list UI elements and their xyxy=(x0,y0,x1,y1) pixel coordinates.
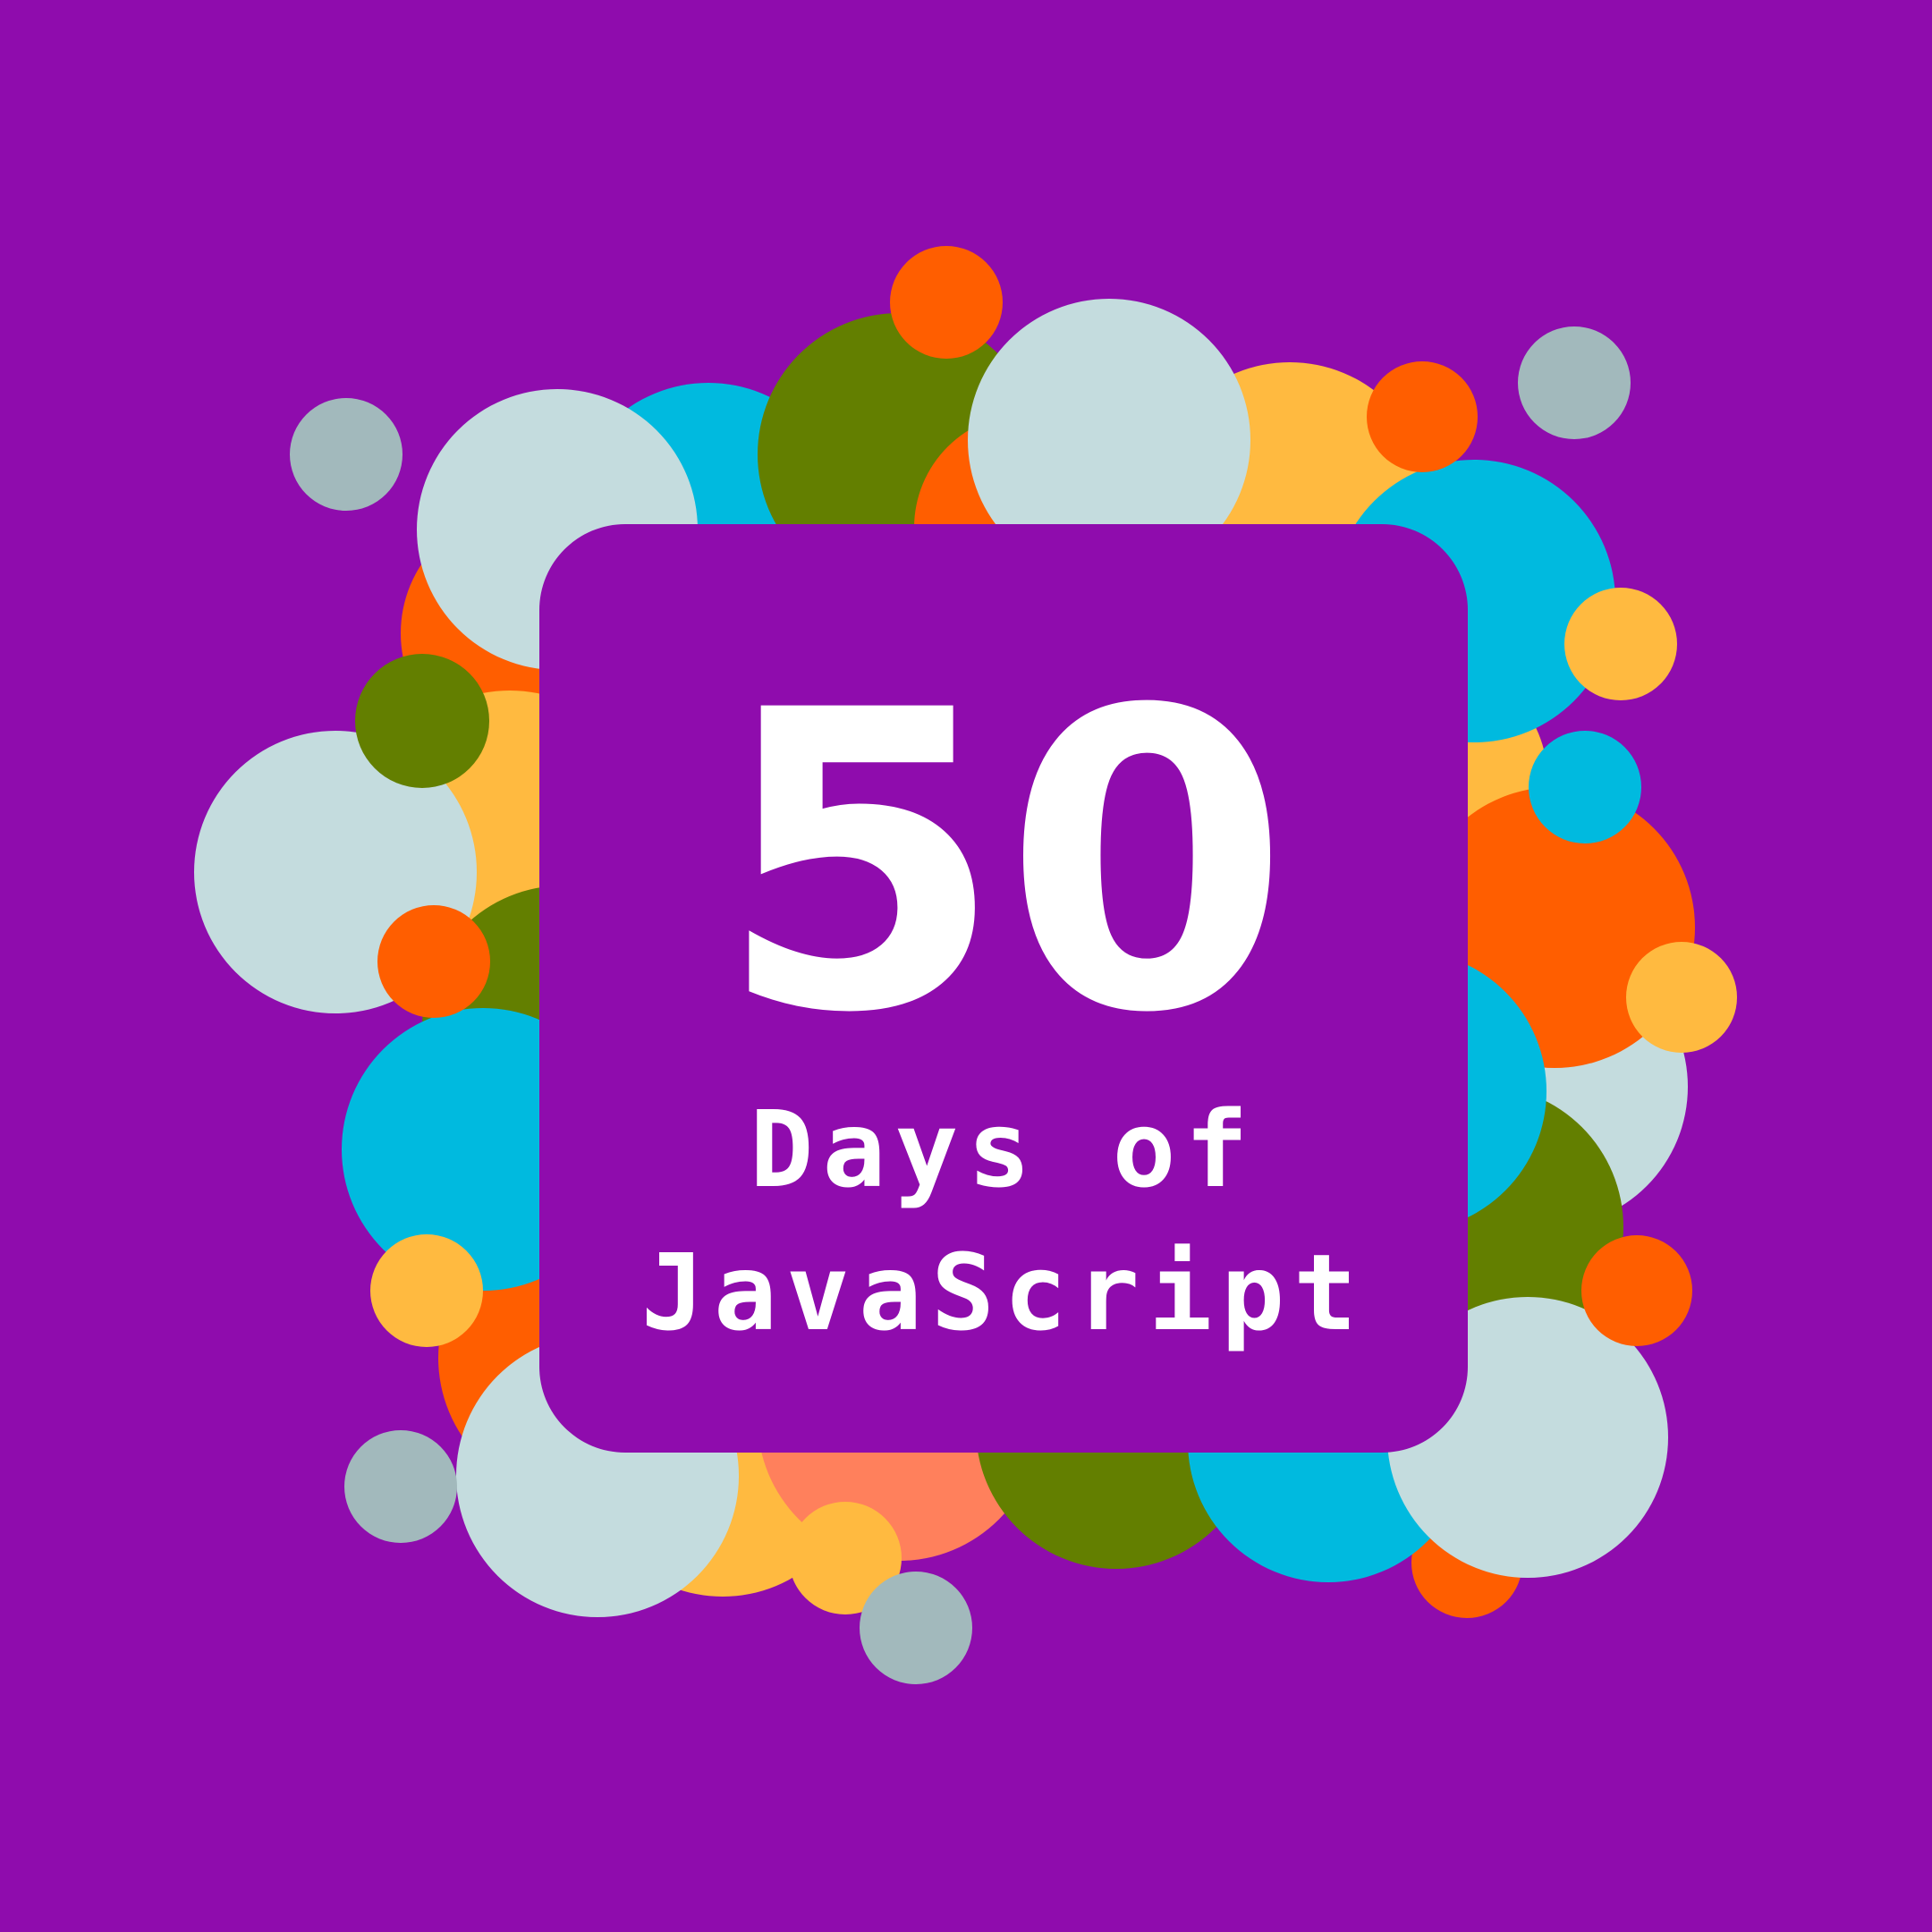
bubble-yellow-small xyxy=(1564,588,1677,700)
headline-line-1: Days of xyxy=(750,1088,1258,1211)
bubble-orange-small xyxy=(890,246,1003,359)
bubble-orange-small xyxy=(1581,1235,1692,1346)
bubble-gray-blue-small xyxy=(290,398,402,511)
bubble-gray-blue-small xyxy=(1518,326,1631,439)
headline-number: 50 xyxy=(716,624,1291,1103)
bubble-yellow-small xyxy=(1626,942,1737,1053)
bubble-yellow-small xyxy=(370,1234,483,1347)
bubble-orange-small xyxy=(1367,361,1478,472)
bubble-green-small xyxy=(355,654,489,788)
title-card: 50 Days of JavaScript xyxy=(539,524,1468,1453)
bubble-orange-small xyxy=(377,905,490,1018)
bubble-gray-blue-small xyxy=(860,1572,972,1684)
bubble-cyan-small xyxy=(1529,731,1641,843)
bubble-gray-blue-small xyxy=(344,1430,457,1543)
poster: 50 Days of JavaScript xyxy=(0,0,1932,1932)
headline-line-2: JavaScript xyxy=(640,1231,1367,1354)
